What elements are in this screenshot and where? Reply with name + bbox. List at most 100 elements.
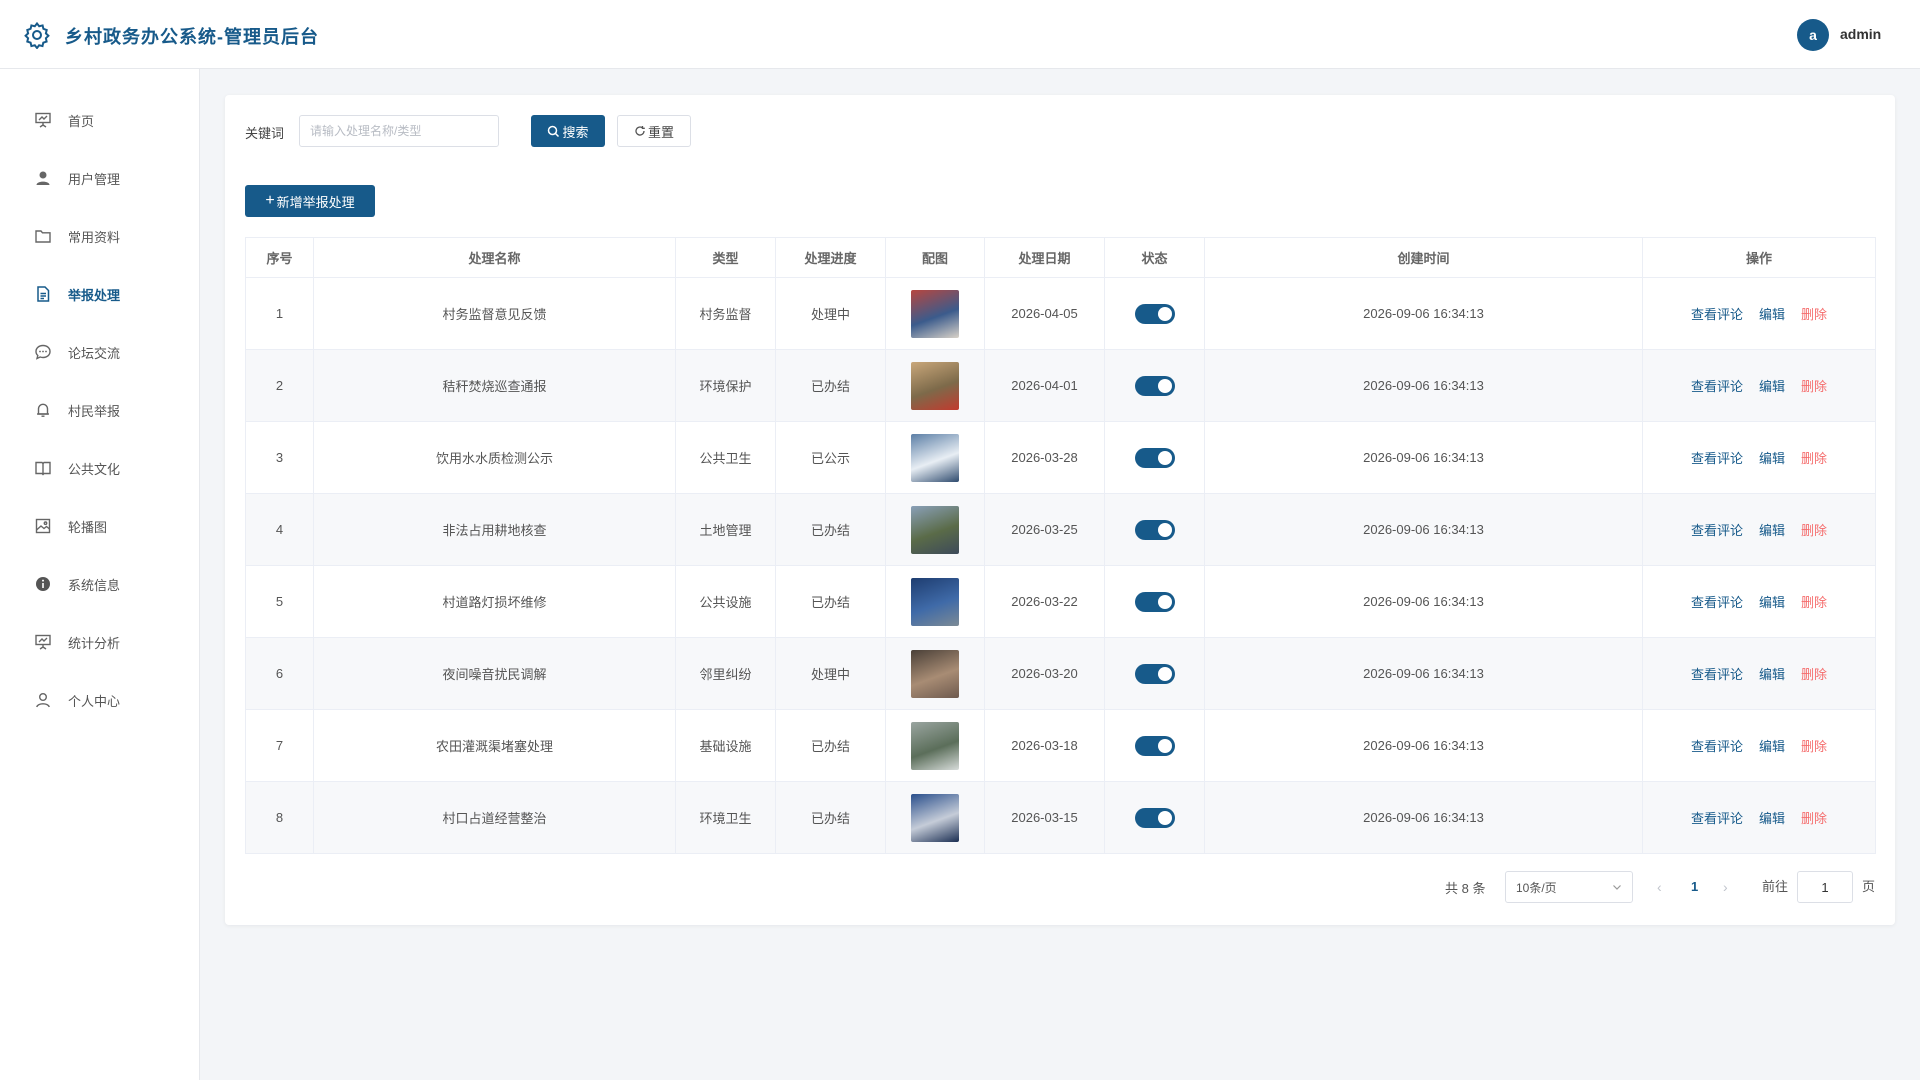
report-thumbnail[interactable] [911, 505, 959, 554]
username[interactable]: admin [1840, 26, 1881, 42]
sidebar-item-reports[interactable]: 举报处理 [0, 265, 199, 323]
edit-link[interactable]: 编辑 [1759, 811, 1785, 826]
view-comments-link[interactable]: 查看评论 [1691, 667, 1743, 682]
sidebar-item-label: 首页 [68, 113, 95, 129]
cell-status [1104, 565, 1205, 638]
edit-link[interactable]: 编辑 [1759, 379, 1785, 394]
cell-date: 2026-04-01 [984, 349, 1105, 422]
column-header: 序号 [245, 237, 314, 278]
delete-link[interactable]: 删除 [1801, 379, 1827, 394]
view-comments-link[interactable]: 查看评论 [1691, 307, 1743, 322]
cell-no: 4 [245, 493, 314, 566]
status-toggle[interactable] [1134, 663, 1175, 684]
cell-image [885, 493, 985, 566]
prev-page-button[interactable]: ‹ [1657, 871, 1662, 903]
cell-progress: 已办结 [775, 781, 886, 854]
cell-type: 邻里纠纷 [675, 637, 776, 710]
column-header: 配图 [885, 237, 985, 278]
report-thumbnail[interactable] [911, 289, 959, 338]
cell-name: 非法占用耕地核查 [313, 493, 676, 566]
view-comments-link[interactable]: 查看评论 [1691, 811, 1743, 826]
page-number-current[interactable]: 1 [1691, 871, 1698, 903]
sidebar-item-label: 个人中心 [68, 693, 121, 709]
sidebar-item-label: 轮播图 [68, 519, 108, 535]
delete-link[interactable]: 删除 [1801, 811, 1827, 826]
sidebar-item-label: 村民举报 [68, 403, 121, 419]
gear-icon [24, 21, 50, 49]
sidebar-item-label: 系统信息 [68, 577, 121, 593]
edit-link[interactable]: 编辑 [1759, 595, 1785, 610]
picture-icon [35, 518, 51, 534]
delete-link[interactable]: 删除 [1801, 739, 1827, 754]
sidebar-item-profile[interactable]: 个人中心 [0, 671, 199, 729]
cell-progress: 已办结 [775, 565, 886, 638]
cell-created: 2026-09-06 16:34:13 [1204, 493, 1643, 566]
sidebar-item-users[interactable]: 用户管理 [0, 149, 199, 207]
report-thumbnail[interactable] [911, 649, 959, 698]
goto-page-input[interactable] [1797, 871, 1853, 903]
user-outline-icon [36, 693, 50, 708]
next-page-button[interactable]: › [1723, 871, 1728, 903]
page-size-select[interactable]: 10条/页 [1505, 871, 1633, 903]
status-toggle[interactable] [1134, 519, 1175, 540]
edit-link[interactable]: 编辑 [1759, 307, 1785, 322]
delete-link[interactable]: 删除 [1801, 667, 1827, 682]
cell-date: 2026-03-15 [984, 781, 1105, 854]
edit-link[interactable]: 编辑 [1759, 523, 1785, 538]
report-thumbnail[interactable] [911, 361, 959, 410]
sidebar-item-label: 论坛交流 [68, 345, 121, 361]
edit-link[interactable]: 编辑 [1759, 451, 1785, 466]
column-header: 创建时间 [1204, 237, 1643, 278]
cell-image [885, 421, 985, 494]
book-icon [35, 461, 51, 476]
add-report-button[interactable]: + 新增举报处理 [245, 185, 375, 217]
cell-status [1104, 349, 1205, 422]
delete-link[interactable]: 删除 [1801, 595, 1827, 610]
cell-no: 3 [245, 421, 314, 494]
sidebar-item-carousel[interactable]: 轮播图 [0, 497, 199, 555]
refresh-icon [635, 126, 645, 136]
report-thumbnail[interactable] [911, 793, 959, 842]
report-thumbnail[interactable] [911, 721, 959, 770]
view-comments-link[interactable]: 查看评论 [1691, 739, 1743, 754]
column-header: 处理名称 [313, 237, 676, 278]
table-header: 序号 处理名称 类型 处理进度 配图 处理日期 状态 创建时间 操作 [245, 237, 1876, 278]
delete-link[interactable]: 删除 [1801, 523, 1827, 538]
status-toggle[interactable] [1134, 375, 1175, 396]
cell-image [885, 565, 985, 638]
delete-link[interactable]: 删除 [1801, 307, 1827, 322]
sidebar-item-culture[interactable]: 公共文化 [0, 439, 199, 497]
status-toggle[interactable] [1134, 807, 1175, 828]
view-comments-link[interactable]: 查看评论 [1691, 523, 1743, 538]
view-comments-link[interactable]: 查看评论 [1691, 379, 1743, 394]
sidebar-item-villager-reports[interactable]: 村民举报 [0, 381, 199, 439]
reset-button[interactable]: 重置 [617, 115, 691, 147]
sidebar-item-home[interactable]: 首页 [0, 91, 199, 149]
cell-type: 环境保护 [675, 349, 776, 422]
sidebar-item-materials[interactable]: 常用资料 [0, 207, 199, 265]
report-thumbnail[interactable] [911, 433, 959, 482]
avatar[interactable]: a [1797, 19, 1829, 51]
presentation-icon [35, 634, 51, 650]
status-toggle[interactable] [1134, 735, 1175, 756]
search-input[interactable] [299, 115, 499, 147]
view-comments-link[interactable]: 查看评论 [1691, 595, 1743, 610]
chevron-down-icon [1613, 885, 1621, 890]
cell-status [1104, 493, 1205, 566]
sidebar-item-system-info[interactable]: 系统信息 [0, 555, 199, 613]
status-toggle[interactable] [1134, 303, 1175, 324]
sidebar-item-forum[interactable]: 论坛交流 [0, 323, 199, 381]
cell-name: 村务监督意见反馈 [313, 277, 676, 350]
edit-link[interactable]: 编辑 [1759, 667, 1785, 682]
view-comments-link[interactable]: 查看评论 [1691, 451, 1743, 466]
status-toggle[interactable] [1134, 591, 1175, 612]
table-row: 5 村道路灯损坏维修 公共设施 已办结 2026-03-22 2026-09-06 16:… [245, 565, 1876, 638]
reports-table: 序号 处理名称 类型 处理进度 配图 处理日期 状态 创建时间 操作 1 村务监督… [245, 237, 1876, 854]
report-thumbnail[interactable] [911, 577, 959, 626]
status-toggle[interactable] [1134, 447, 1175, 468]
delete-link[interactable]: 删除 [1801, 451, 1827, 466]
search-button[interactable]: 搜索 [531, 115, 605, 147]
sidebar-item-statistics[interactable]: 统计分析 [0, 613, 199, 671]
edit-link[interactable]: 编辑 [1759, 739, 1785, 754]
cell-type: 公共卫生 [675, 421, 776, 494]
